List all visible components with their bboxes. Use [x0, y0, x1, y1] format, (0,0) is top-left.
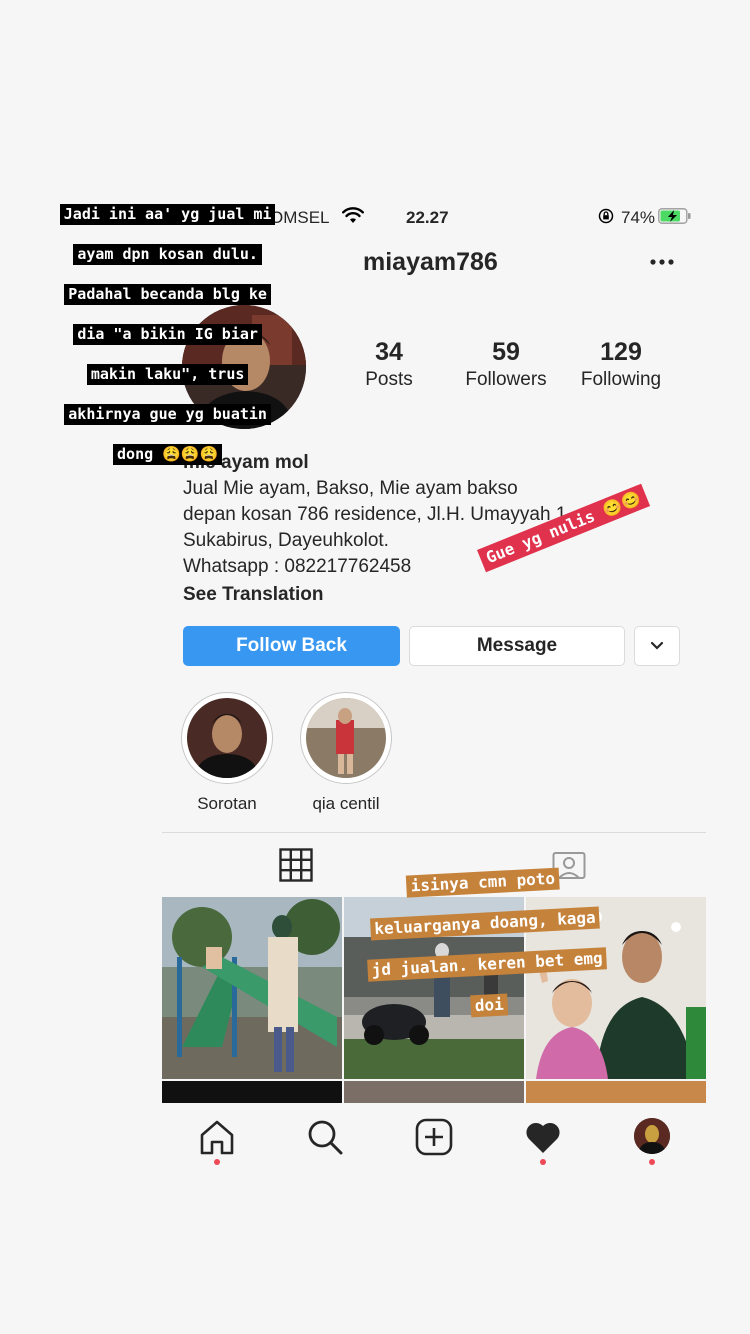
caption-line: ayam dpn kosan dulu.	[73, 244, 262, 265]
highlight-ring	[300, 692, 392, 784]
caption-line: dia "a bikin IG biar	[73, 324, 262, 345]
message-button[interactable]: Message	[409, 626, 625, 666]
following-label: Following	[580, 369, 662, 390]
notification-dot	[214, 1159, 220, 1165]
caption-line: jd jualan. keren bet emg	[367, 947, 608, 982]
bio-line: depan kosan 786 residence, Jl.H. Umayyah…	[183, 504, 567, 525]
new-post-icon[interactable]	[414, 1117, 454, 1157]
more-options-icon[interactable]	[648, 254, 676, 270]
posts-count: 34	[375, 338, 403, 366]
profile-bio: mie ayam mol Jual Mie ayam, Bakso, Mie a…	[183, 450, 566, 608]
rotation-lock-icon	[598, 208, 614, 224]
posts-label: Posts	[365, 369, 413, 390]
post-thumbnail[interactable]	[162, 1081, 342, 1103]
notification-dot	[540, 1159, 546, 1165]
profile-username: miayam786	[363, 248, 498, 276]
battery-percent: 74%	[621, 208, 656, 227]
highlight-ring	[181, 692, 273, 784]
highlight-cover	[187, 698, 267, 778]
highlight-label: qia centil	[312, 794, 380, 813]
grid-view-icon[interactable]	[279, 848, 313, 882]
see-translation-link[interactable]: See Translation	[183, 582, 566, 608]
caption-line: akhirnya gue yg buatin	[64, 404, 271, 425]
caption-line: makin laku", trus	[86, 364, 249, 385]
post-thumbnail[interactable]	[344, 1081, 524, 1103]
caption-line: keluarganya doang, kaga	[369, 906, 601, 941]
highlight-cover	[306, 698, 386, 778]
wifi-icon	[342, 207, 364, 223]
story-caption-top: Jadi ini aa' yg jual mi ayam dpn kosan d…	[24, 185, 292, 465]
profile-tab-avatar[interactable]	[634, 1118, 670, 1154]
story-caption-orange: isinya cmn poto keluarganya doang, kaga …	[319, 845, 633, 1025]
caption-line: Padahal becanda blg ke	[64, 284, 271, 305]
caption-line: doi	[470, 993, 509, 1018]
battery-charging-icon	[658, 208, 691, 224]
notification-dot	[649, 1159, 655, 1165]
bottom-navigation	[162, 1103, 706, 1173]
section-divider	[162, 832, 706, 833]
caption-line: Jadi ini aa' yg jual mi	[59, 204, 276, 225]
follow-back-button[interactable]: Follow Back	[183, 626, 400, 666]
highlight-qia-centil[interactable]: qia centil	[300, 692, 392, 814]
clock-time: 22.27	[406, 208, 449, 227]
post-thumbnail[interactable]	[526, 1081, 706, 1103]
chevron-down-icon	[650, 641, 664, 650]
caption-line: isinya cmn poto	[406, 867, 560, 898]
followers-label: Followers	[465, 369, 547, 390]
home-icon[interactable]	[197, 1117, 237, 1157]
followers-stat[interactable]: 59 Followers	[454, 338, 558, 391]
following-count: 129	[600, 338, 642, 366]
following-stat[interactable]: 129 Following	[571, 338, 671, 391]
highlight-sorotan[interactable]: Sorotan	[181, 692, 273, 814]
highlight-label: Sorotan	[197, 794, 257, 813]
posts-stat[interactable]: 34 Posts	[352, 338, 426, 391]
post-thumbnail[interactable]	[162, 897, 342, 1079]
activity-heart-icon[interactable]	[523, 1117, 563, 1157]
search-icon[interactable]	[305, 1117, 345, 1157]
caption-line: dong 😩😩😩	[113, 444, 223, 465]
bio-line: Jual Mie ayam, Bakso, Mie ayam bakso	[183, 478, 518, 499]
suggestions-dropdown-button[interactable]	[634, 626, 680, 666]
followers-count: 59	[492, 338, 520, 366]
